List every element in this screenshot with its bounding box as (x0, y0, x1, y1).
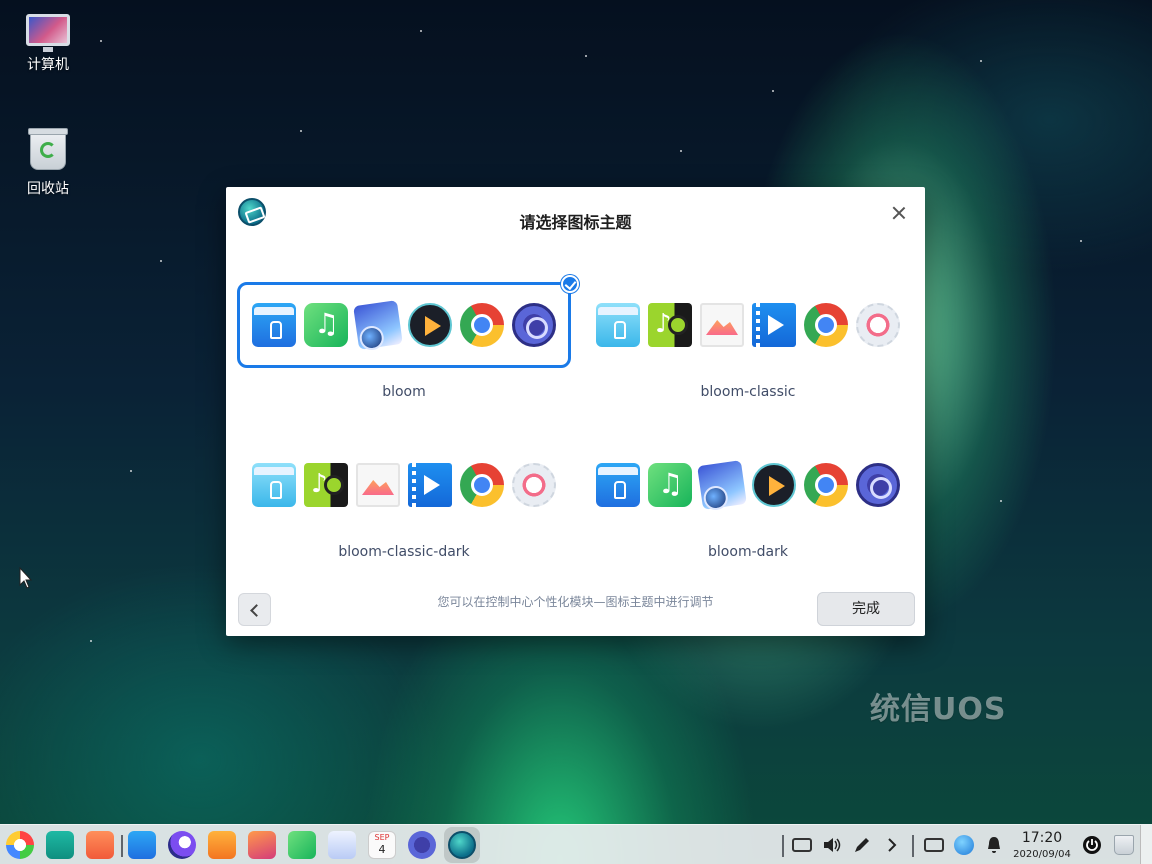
browser-icon[interactable] (168, 831, 196, 859)
file-manager-icon (596, 463, 640, 507)
theme-name-bloom-classic: bloom-classic (700, 384, 796, 400)
welcome-app-taskbar-item[interactable] (444, 827, 480, 863)
theme-preview-icons (237, 442, 571, 528)
taskbar: SEP 4 17:20 2020/09/04 (0, 824, 1152, 864)
music-icon (648, 303, 692, 347)
calendar-month: SEP (374, 833, 390, 842)
theme-name-bloom: bloom (382, 384, 426, 400)
volume-icon[interactable] (822, 835, 842, 855)
clock-time[interactable]: 17:20 (1012, 830, 1072, 846)
image-viewer-icon (356, 463, 400, 507)
file-manager-icon[interactable] (128, 831, 156, 859)
app-store-icon[interactable] (86, 831, 114, 859)
taskbar-separator (912, 835, 914, 857)
icon-theme-dialog: 请选择图标主题 bloom bloom-classic (226, 187, 925, 636)
image-viewer-icon (353, 300, 403, 350)
control-center-icon[interactable] (408, 831, 436, 859)
theme-option-bloom-classic[interactable] (581, 282, 915, 368)
theme-preview-icons (581, 442, 915, 528)
chevron-right-icon[interactable] (882, 835, 902, 855)
calendar-icon[interactable]: SEP 4 (368, 831, 396, 859)
launcher-icon[interactable] (6, 831, 34, 859)
settings-icon (856, 303, 900, 347)
theme-option-bloom[interactable] (237, 282, 571, 368)
close-icon[interactable] (891, 205, 907, 221)
document-viewer-icon[interactable] (328, 831, 356, 859)
show-desktop-button[interactable] (1140, 825, 1152, 864)
welcome-app-icon (448, 831, 476, 859)
selected-check-icon (561, 275, 579, 293)
theme-name-bloom-classic-dark: bloom-classic-dark (338, 544, 470, 560)
computer-icon (26, 14, 70, 52)
network-icon[interactable] (954, 835, 974, 855)
desktop-icon-computer[interactable]: 计算机 (8, 14, 88, 74)
chrome-icon (804, 303, 848, 347)
chrome-icon (804, 463, 848, 507)
power-icon[interactable] (1082, 835, 1102, 855)
music-icon (304, 303, 354, 347)
video-player-icon (408, 463, 452, 507)
done-button[interactable]: 完成 (817, 592, 915, 626)
video-player-icon (752, 303, 796, 347)
trash-icon[interactable] (1114, 835, 1134, 855)
notification-bell-icon[interactable] (984, 835, 1004, 855)
multitask-view-icon[interactable] (46, 831, 74, 859)
taskbar-separator (121, 835, 123, 857)
trash-icon (28, 128, 68, 170)
calendar-day: 4 (378, 843, 386, 856)
video-player-icon (408, 303, 452, 347)
settings-icon (856, 463, 900, 507)
desktop-icon-label: 计算机 (27, 57, 69, 73)
taskbar-separator (782, 835, 784, 857)
dialog-title: 请选择图标主题 (519, 213, 632, 232)
app-market-icon[interactable] (208, 831, 236, 859)
settings-icon (512, 303, 556, 347)
mouse-cursor-icon (19, 567, 33, 589)
music-icon[interactable] (288, 831, 316, 859)
theme-name-bloom-dark: bloom-dark (708, 544, 788, 560)
theme-preview-icons (240, 285, 568, 365)
chrome-icon (460, 463, 504, 507)
file-manager-icon (596, 303, 640, 347)
image-viewer-icon[interactable] (248, 831, 276, 859)
settings-icon (512, 463, 556, 507)
theme-option-bloom-classic-dark[interactable] (237, 442, 571, 528)
uos-watermark: 统信UOS (870, 692, 1007, 727)
theme-option-bloom-dark[interactable] (581, 442, 915, 528)
keyboard-icon[interactable] (792, 838, 812, 852)
image-viewer-icon (700, 303, 744, 347)
file-manager-icon (252, 463, 296, 507)
desktop-icon-label: 回收站 (27, 181, 69, 197)
chrome-icon (460, 303, 504, 347)
input-method-icon[interactable] (924, 838, 944, 852)
pen-icon[interactable] (852, 835, 872, 855)
image-viewer-icon (697, 460, 747, 510)
video-player-icon (752, 463, 796, 507)
music-icon (648, 463, 698, 507)
file-manager-icon (252, 303, 296, 347)
clock-date[interactable]: 2020/09/04 (1006, 849, 1078, 860)
theme-preview-icons (581, 282, 915, 368)
music-icon (304, 463, 348, 507)
desktop-icon-trash[interactable]: 回收站 (8, 128, 88, 198)
